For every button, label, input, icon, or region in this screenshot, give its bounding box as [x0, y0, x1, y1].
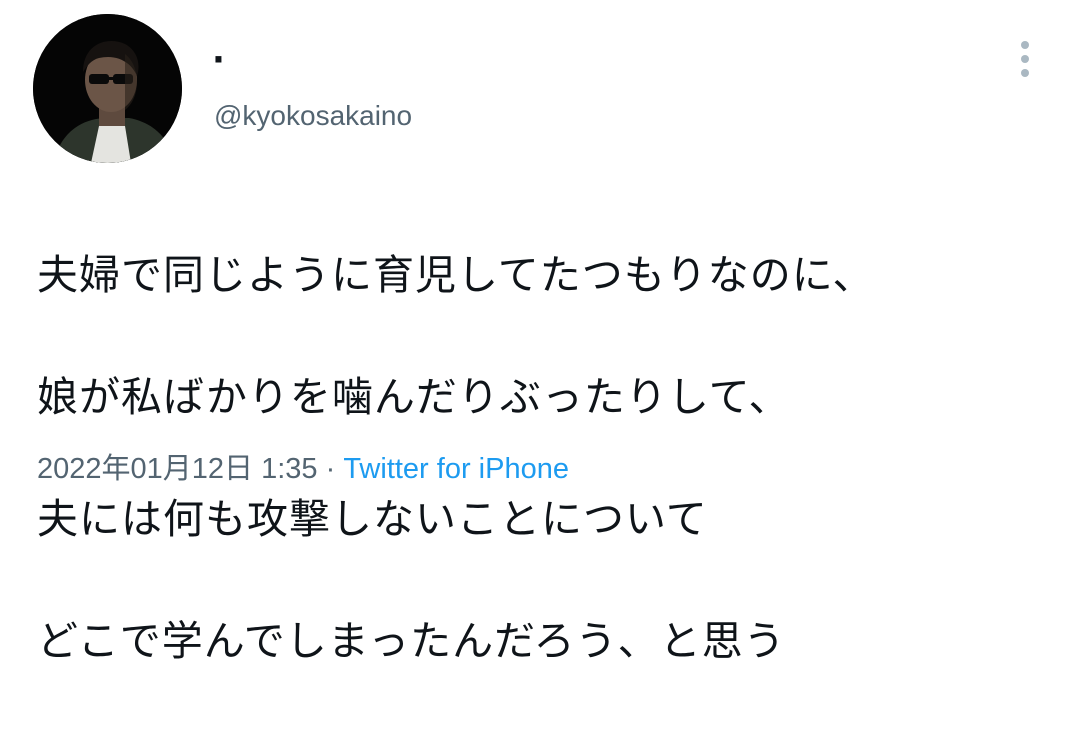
tweet-meta: 2022年01月12日 1:35 · Twitter for iPhone	[37, 450, 569, 488]
tweet-text-line: 夫には何も攻撃しないことについて	[37, 495, 708, 543]
more-options-button[interactable]	[1008, 38, 1042, 80]
tweet-timestamp[interactable]: 2022年01月12日 1:35	[37, 453, 318, 485]
user-avatar-icon	[33, 14, 182, 163]
tweet-source-link[interactable]: Twitter for iPhone	[343, 453, 569, 485]
avatar[interactable]	[33, 14, 182, 163]
display-name[interactable]: ·	[212, 40, 225, 80]
more-vertical-icon	[1021, 55, 1029, 63]
tweet-text-line: どこで学んでしまったんだろう、と思う	[37, 617, 786, 665]
tweet-card: · @kyokosakaino 夫婦で同じように育児してたつもりなのに、 娘が私…	[0, 0, 1080, 665]
more-vertical-icon	[1021, 69, 1029, 77]
tweet-text-line: 夫婦で同じように育児してたつもりなのに、	[37, 251, 875, 299]
tweet-text-line: 娘が私ばかりを噛んだりぶったりして、	[37, 373, 791, 421]
meta-separator: ·	[317, 453, 344, 485]
user-handle[interactable]: @kyokosakaino	[214, 98, 412, 134]
more-vertical-icon	[1021, 41, 1029, 49]
